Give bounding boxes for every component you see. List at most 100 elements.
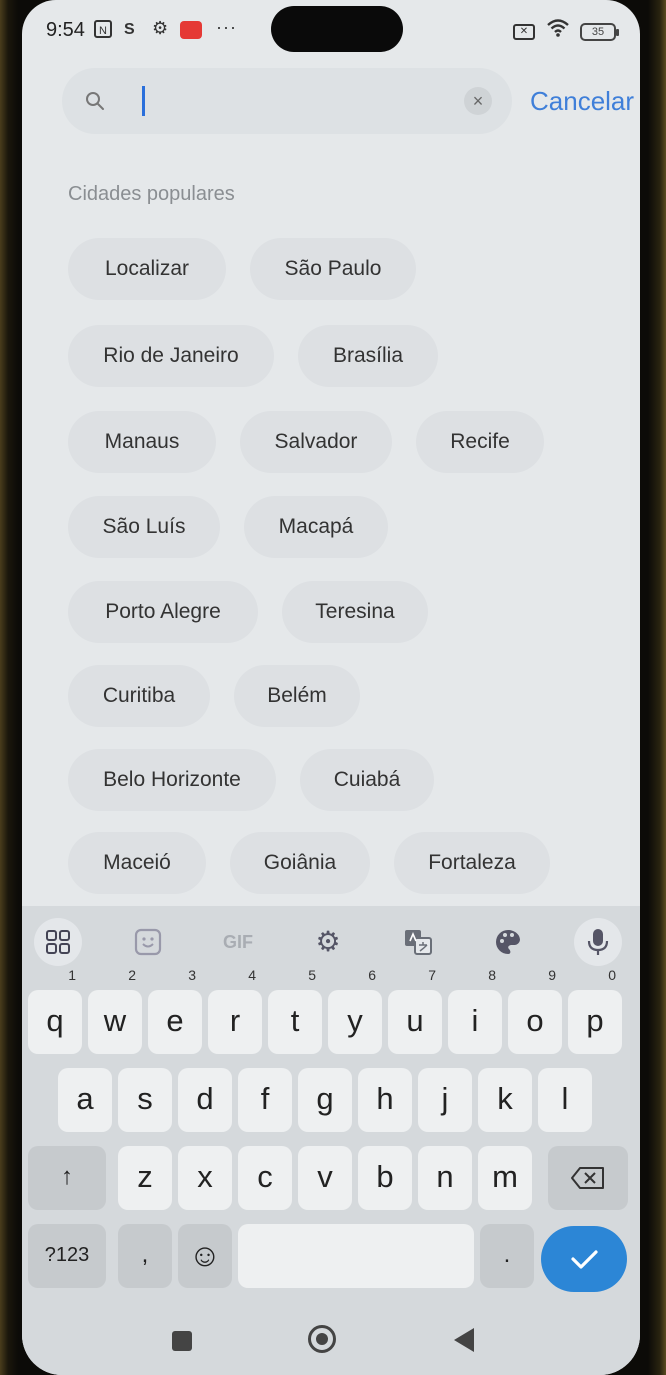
clear-search-icon[interactable]: × bbox=[464, 87, 492, 115]
more-notifications-icon: ··· bbox=[216, 17, 237, 37]
symbols-key[interactable]: ?123 bbox=[28, 1224, 106, 1288]
keyboard-toolbar: GIF ⚙ bbox=[22, 906, 640, 976]
key-label: e bbox=[166, 1003, 184, 1038]
key-label: y bbox=[347, 1003, 363, 1038]
text-cursor bbox=[142, 86, 145, 116]
apps-grid-icon[interactable] bbox=[34, 918, 82, 966]
city-chip[interactable]: Macapá bbox=[244, 496, 388, 558]
key-b[interactable]: b bbox=[358, 1146, 412, 1210]
key-c[interactable]: c bbox=[238, 1146, 292, 1210]
city-chip[interactable]: Cuiabá bbox=[300, 749, 434, 811]
status-time: 9:54 bbox=[46, 19, 85, 41]
city-chip[interactable]: Belo Horizonte bbox=[68, 749, 276, 811]
city-chip[interactable]: Teresina bbox=[282, 581, 428, 643]
city-chip[interactable]: Manaus bbox=[68, 411, 216, 473]
key-r[interactable]: r4 bbox=[208, 968, 262, 1054]
key-v[interactable]: v bbox=[298, 1146, 352, 1210]
key-number-hint: 3 bbox=[188, 967, 196, 983]
key-x[interactable]: x bbox=[178, 1146, 232, 1210]
city-chip[interactable]: Goiânia bbox=[230, 832, 370, 894]
sim-icon: S bbox=[124, 21, 135, 38]
key-w[interactable]: w2 bbox=[88, 968, 142, 1054]
key-u[interactable]: u7 bbox=[388, 968, 442, 1054]
key-number-hint: 8 bbox=[488, 967, 496, 983]
key-number-hint: 9 bbox=[548, 967, 556, 983]
key-a[interactable]: a bbox=[58, 1068, 112, 1132]
comma-key[interactable]: , bbox=[118, 1224, 172, 1288]
navigation-bar bbox=[22, 1310, 640, 1375]
period-key[interactable]: . bbox=[480, 1224, 534, 1288]
key-label: w bbox=[103, 1003, 127, 1038]
city-chip[interactable]: São Luís bbox=[68, 496, 220, 558]
enter-check-icon[interactable] bbox=[541, 1226, 627, 1292]
camera-notch bbox=[271, 6, 403, 52]
key-f[interactable]: f bbox=[238, 1068, 292, 1132]
battery-icon: 35 bbox=[580, 23, 619, 41]
city-chip[interactable]: Maceió bbox=[68, 832, 206, 894]
key-h[interactable]: h bbox=[358, 1068, 412, 1132]
shift-key[interactable]: ↑ bbox=[28, 1146, 106, 1210]
key-n[interactable]: n bbox=[418, 1146, 472, 1210]
search-bar[interactable]: × bbox=[62, 68, 512, 134]
city-chip[interactable]: Curitiba bbox=[68, 665, 210, 727]
key-s[interactable]: s bbox=[118, 1068, 172, 1132]
section-title: Cidades populares bbox=[68, 183, 235, 205]
key-l[interactable]: l bbox=[538, 1068, 592, 1132]
city-chip[interactable]: Belém bbox=[234, 665, 360, 727]
city-chip[interactable]: Fortaleza bbox=[394, 832, 550, 894]
recent-apps-square-icon[interactable] bbox=[172, 1331, 192, 1351]
theme-palette-icon[interactable] bbox=[484, 918, 532, 966]
emoji-icon[interactable]: ☺ bbox=[178, 1224, 232, 1288]
key-label: o bbox=[526, 1003, 544, 1038]
translate-icon[interactable] bbox=[394, 918, 442, 966]
key-label: p bbox=[586, 1003, 604, 1038]
key-number-hint: 6 bbox=[368, 967, 376, 983]
search-icon bbox=[86, 92, 104, 110]
settings-gear-icon: ⚙ bbox=[152, 18, 169, 38]
city-chip[interactable]: Porto Alegre bbox=[68, 581, 258, 643]
key-label: q bbox=[46, 1003, 64, 1038]
key-g[interactable]: g bbox=[298, 1068, 352, 1132]
key-q[interactable]: q1 bbox=[28, 968, 82, 1054]
key-number-hint: 5 bbox=[308, 967, 316, 983]
microphone-icon[interactable] bbox=[574, 918, 622, 966]
spacebar[interactable] bbox=[238, 1224, 474, 1288]
keyboard-settings-gear-icon[interactable]: ⚙ bbox=[304, 918, 352, 966]
screen: 9:54 N S ⚙ ··· ✕ 35 × Cancelar Cidades p… bbox=[22, 0, 640, 1375]
sticker-icon[interactable] bbox=[124, 918, 172, 966]
key-d[interactable]: d bbox=[178, 1068, 232, 1132]
key-e[interactable]: e3 bbox=[148, 968, 202, 1054]
key-number-hint: 1 bbox=[68, 967, 76, 983]
key-k[interactable]: k bbox=[478, 1068, 532, 1132]
city-chip[interactable]: Salvador bbox=[240, 411, 392, 473]
home-circle-icon[interactable] bbox=[308, 1325, 336, 1353]
key-label: i bbox=[471, 1003, 479, 1038]
city-chip[interactable]: Recife bbox=[416, 411, 544, 473]
phone-frame: 9:54 N S ⚙ ··· ✕ 35 × Cancelar Cidades p… bbox=[0, 0, 666, 1375]
key-number-hint: 2 bbox=[128, 967, 136, 983]
key-j[interactable]: j bbox=[418, 1068, 472, 1132]
status-bar: 9:54 N S ⚙ ··· ✕ 35 bbox=[22, 0, 640, 62]
mail-notification-icon bbox=[180, 21, 202, 39]
key-label: t bbox=[290, 1003, 300, 1038]
key-number-hint: 0 bbox=[608, 967, 616, 983]
no-sim-icon: ✕ bbox=[513, 24, 535, 40]
backspace-icon[interactable] bbox=[548, 1146, 628, 1210]
key-t[interactable]: t5 bbox=[268, 968, 322, 1054]
key-i[interactable]: i8 bbox=[448, 968, 502, 1054]
key-y[interactable]: y6 bbox=[328, 968, 382, 1054]
city-chip[interactable]: São Paulo bbox=[250, 238, 416, 300]
cancel-button[interactable]: Cancelar bbox=[530, 86, 634, 117]
key-p[interactable]: p0 bbox=[568, 968, 622, 1054]
key-m[interactable]: m bbox=[478, 1146, 532, 1210]
city-chip-localizar[interactable]: Localizar bbox=[68, 238, 226, 300]
key-number-hint: 4 bbox=[248, 967, 256, 983]
key-z[interactable]: z bbox=[118, 1146, 172, 1210]
back-triangle-icon[interactable] bbox=[454, 1328, 474, 1352]
gif-icon[interactable]: GIF bbox=[214, 918, 262, 966]
city-chip[interactable]: Brasília bbox=[298, 325, 438, 387]
nfc-icon: N bbox=[94, 20, 112, 38]
key-o[interactable]: o9 bbox=[508, 968, 562, 1054]
city-chip[interactable]: Rio de Janeiro bbox=[68, 325, 274, 387]
wifi-icon bbox=[546, 18, 570, 42]
